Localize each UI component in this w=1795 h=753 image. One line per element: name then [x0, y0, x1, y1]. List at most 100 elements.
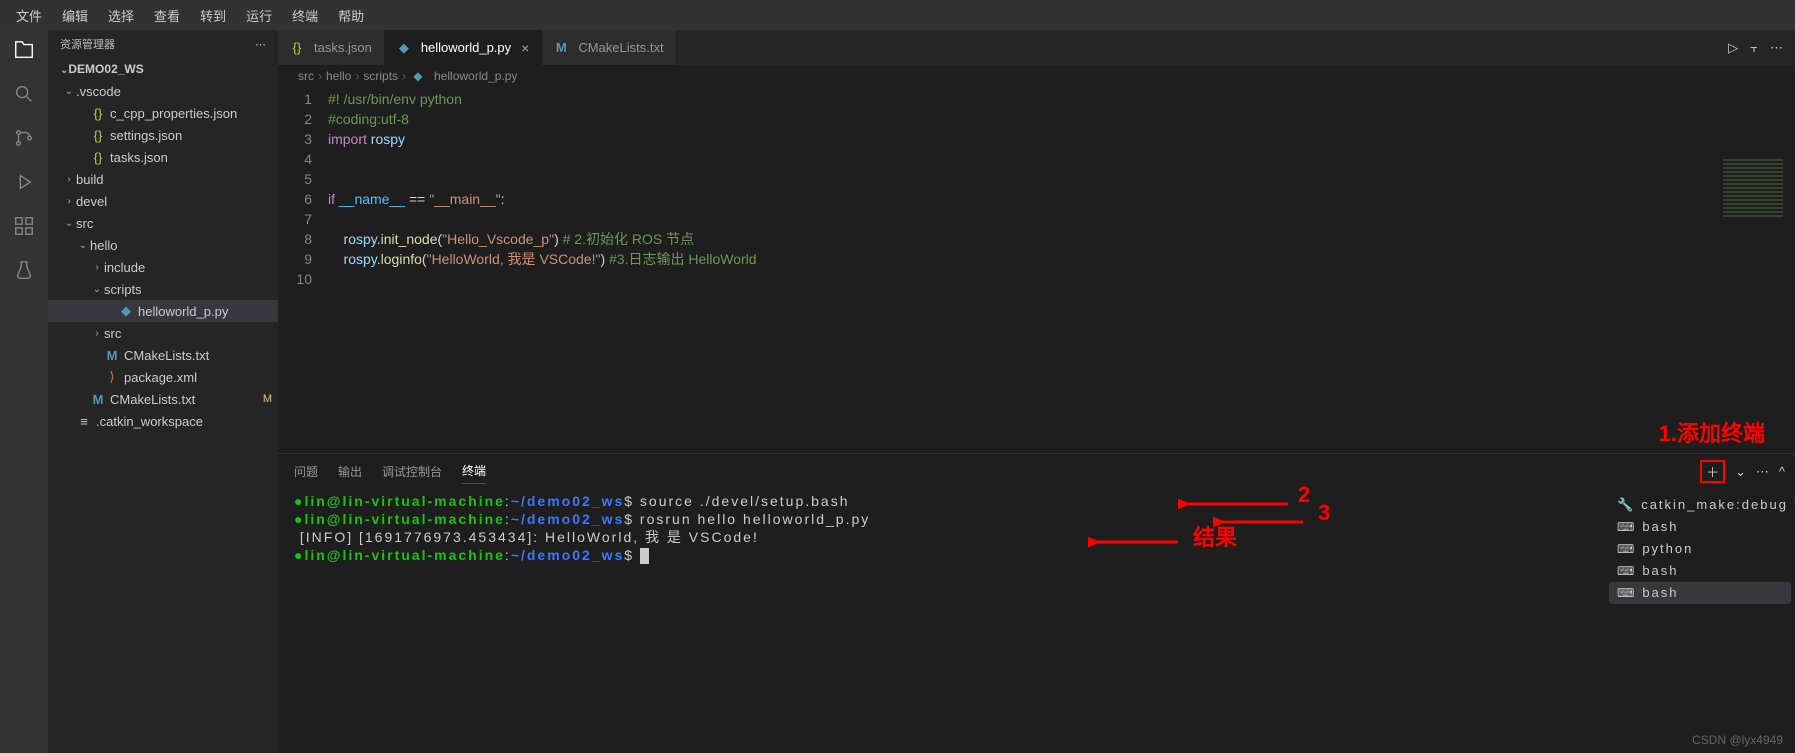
- tree-item-c_cpp_properties.json[interactable]: {} c_cpp_properties.json: [48, 102, 278, 124]
- sidebar-more-icon[interactable]: ⋯: [255, 38, 266, 51]
- tab-label: CMakeLists.txt: [578, 40, 663, 55]
- tree-label: include: [104, 260, 145, 275]
- json-icon: {}: [90, 106, 106, 121]
- panel-tabs: 问题输出调试控制台终端: [278, 454, 1795, 488]
- tree-label: src: [104, 326, 121, 341]
- py-icon: ◆: [397, 40, 411, 56]
- breadcrumbs[interactable]: src›hello›scripts›◆helloworld_p.py: [278, 65, 1795, 87]
- tree-item-CMakeLists.txt[interactable]: MCMakeLists.txt: [48, 388, 278, 410]
- split-editor-icon[interactable]: ⫟: [1750, 40, 1758, 56]
- menu-运行[interactable]: 运行: [238, 2, 280, 29]
- json-icon: {}: [90, 128, 106, 143]
- explorer-icon[interactable]: [12, 38, 36, 62]
- panel-more-icon[interactable]: ⋯: [1756, 464, 1769, 480]
- tree-label: build: [76, 172, 103, 187]
- editor-tab-actions: ▷ ⫟ ⋯: [1716, 30, 1795, 65]
- activity-bar: [0, 30, 48, 753]
- breadcrumb-scripts[interactable]: scripts: [363, 69, 398, 83]
- breadcrumb-hello[interactable]: hello: [326, 69, 351, 83]
- tree-label: settings.json: [110, 128, 182, 143]
- tree-label: devel: [76, 194, 107, 209]
- tab-CMakeLists.txt[interactable]: M CMakeLists.txt: [542, 30, 676, 65]
- tree-item-helloworld_p.py[interactable]: ◆ helloworld_p.py: [48, 300, 278, 322]
- editor-tabs: {} tasks.json ◆helloworld_p.py× M CMakeLists…: [278, 30, 1795, 65]
- menu-编辑[interactable]: 编辑: [54, 2, 96, 29]
- py-icon: ◆: [410, 69, 426, 83]
- menu-帮助[interactable]: 帮助: [330, 2, 372, 29]
- cmake-icon: M: [90, 392, 106, 407]
- terminal-icon: ⌨: [1617, 584, 1636, 602]
- sidebar-title: 资源管理器: [60, 36, 115, 52]
- terminal-item-bash-3[interactable]: ⌨bash: [1609, 582, 1791, 604]
- tree-label: .vscode: [76, 84, 121, 99]
- debug-icon[interactable]: [12, 170, 36, 194]
- terminal-icon: ⌨: [1617, 518, 1636, 536]
- terminal-output[interactable]: ●lin@lin-virtual-machine:~/demo02_ws$ so…: [278, 488, 1605, 753]
- file-tree: ⌄.vscode {} c_cpp_properties.json {} setting…: [48, 80, 278, 753]
- tree-item-.catkin_workspace[interactable]: ≡.catkin_workspace: [48, 410, 278, 432]
- tree-label: helloworld_p.py: [138, 304, 228, 319]
- tree-item-settings.json[interactable]: {} settings.json: [48, 124, 278, 146]
- watermark: CSDN @lyx4949: [1692, 733, 1783, 747]
- terminal-body: ●lin@lin-virtual-machine:~/demo02_ws$ so…: [278, 488, 1795, 753]
- tree-item-src[interactable]: ›src: [48, 322, 278, 344]
- tab-helloworld_p.py[interactable]: ◆helloworld_p.py×: [385, 30, 543, 65]
- tree-item-package.xml[interactable]: ⟩package.xml: [48, 366, 278, 388]
- tree-item-CMakeLists.txt[interactable]: MCMakeLists.txt: [48, 344, 278, 366]
- project-name[interactable]: ⌄DEMO02_WS: [48, 58, 278, 80]
- panel-actions: ＋ ⌄ ⋯ ^: [1700, 460, 1785, 483]
- panel-tab-调试控制台[interactable]: 调试控制台: [382, 459, 442, 484]
- tree-item-scripts[interactable]: ⌄scripts: [48, 278, 278, 300]
- testing-icon[interactable]: [12, 258, 36, 282]
- menu-选择[interactable]: 选择: [100, 2, 142, 29]
- tree-item-src[interactable]: ⌄src: [48, 212, 278, 234]
- menu-终端[interactable]: 终端: [284, 2, 326, 29]
- terminal-item-bash-2[interactable]: ⌨bash: [1609, 560, 1791, 582]
- sidebar-header: 资源管理器 ⋯: [48, 30, 278, 58]
- tree-item-tasks.json[interactable]: {} tasks.json: [48, 146, 278, 168]
- terminal-task[interactable]: 🔧catkin_make:debugTask: [1609, 494, 1791, 516]
- search-icon[interactable]: [12, 82, 36, 106]
- tree-label: c_cpp_properties.json: [110, 106, 237, 121]
- terminal-item-bash-0[interactable]: ⌨bash: [1609, 516, 1791, 538]
- source-control-icon[interactable]: [12, 126, 36, 150]
- terminal-dropdown-icon[interactable]: ⌄: [1735, 464, 1746, 480]
- tab-tasks.json[interactable]: {} tasks.json: [278, 30, 385, 65]
- tab-label: tasks.json: [314, 40, 372, 55]
- json-icon: {}: [290, 40, 304, 55]
- panel-maximize-icon[interactable]: ^: [1779, 464, 1785, 479]
- terminal-icon: ⌨: [1617, 562, 1636, 580]
- breadcrumb-helloworld_p.py[interactable]: helloworld_p.py: [434, 69, 517, 83]
- panel-tab-问题[interactable]: 问题: [294, 459, 318, 484]
- tree-item-hello[interactable]: ⌄hello: [48, 234, 278, 256]
- tree-label: hello: [90, 238, 117, 253]
- tree-item-.vscode[interactable]: ⌄.vscode: [48, 80, 278, 102]
- explorer-sidebar: 资源管理器 ⋯ ⌄DEMO02_WS ⌄.vscode {} c_cpp_prope…: [48, 30, 278, 753]
- xml-icon: ⟩: [104, 369, 120, 385]
- tree-item-devel[interactable]: ›devel: [48, 190, 278, 212]
- json-icon: {}: [90, 150, 106, 165]
- tree-item-include[interactable]: ›include: [48, 256, 278, 278]
- menu-转到[interactable]: 转到: [192, 2, 234, 29]
- panel-tab-终端[interactable]: 终端: [462, 458, 486, 484]
- line-gutter: 12345678910: [278, 89, 328, 453]
- menu-文件[interactable]: 文件: [8, 2, 50, 29]
- breadcrumb-src[interactable]: src: [298, 69, 314, 83]
- menu-查看[interactable]: 查看: [146, 2, 188, 29]
- menubar: 文件编辑选择查看转到运行终端帮助: [0, 0, 1795, 30]
- new-terminal-icon[interactable]: ＋: [1700, 460, 1725, 483]
- tree-item-build[interactable]: ›build: [48, 168, 278, 190]
- wrench-icon: 🔧: [1617, 496, 1635, 514]
- tree-label: CMakeLists.txt: [124, 348, 209, 363]
- py-icon: ◆: [118, 303, 134, 319]
- code-content[interactable]: #! /usr/bin/env python#coding:utf-8impor…: [328, 89, 1795, 453]
- cmake-icon: M: [554, 40, 568, 55]
- tree-label: tasks.json: [110, 150, 168, 165]
- code-editor[interactable]: 12345678910 #! /usr/bin/env python#codin…: [278, 87, 1795, 453]
- close-icon[interactable]: ×: [517, 40, 529, 56]
- run-icon[interactable]: ▷: [1728, 40, 1738, 56]
- panel-tab-输出[interactable]: 输出: [338, 459, 362, 484]
- terminal-item-python-1[interactable]: ⌨python: [1609, 538, 1791, 560]
- more-icon[interactable]: ⋯: [1770, 40, 1783, 56]
- extensions-icon[interactable]: [12, 214, 36, 238]
